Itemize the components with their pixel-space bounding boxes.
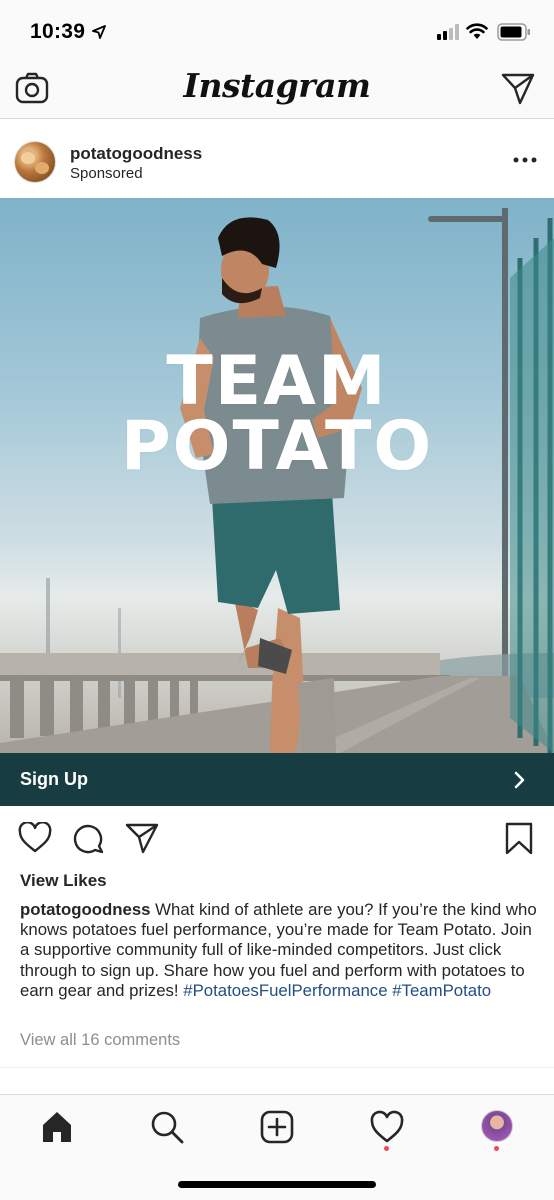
profile-avatar[interactable]: [481, 1110, 513, 1142]
ad-image[interactable]: TEAM POTATO: [0, 198, 554, 753]
feed-separator: [0, 1067, 554, 1094]
location-arrow-icon: [92, 25, 106, 39]
home-icon[interactable]: [39, 1109, 75, 1145]
sign-up-cta-bar[interactable]: Sign Up: [0, 753, 554, 806]
like-heart-icon[interactable]: [18, 822, 52, 854]
profile-notification-dot: [494, 1146, 499, 1151]
account-avatar[interactable]: [14, 141, 56, 183]
activity-heart-icon[interactable]: [369, 1109, 405, 1145]
sponsored-label[interactable]: Sponsored: [70, 165, 143, 182]
search-icon[interactable]: [149, 1109, 185, 1145]
status-time: 10:39: [30, 20, 86, 43]
comment-icon[interactable]: [72, 822, 104, 854]
cellular-signal-icon: [437, 24, 459, 40]
hashtag-link[interactable]: #PotatoesFuelPerformance: [183, 981, 387, 1000]
wifi-icon: [466, 23, 488, 39]
instagram-logo: Instagram: [183, 66, 371, 105]
post-username[interactable]: potatogoodness: [70, 144, 202, 164]
post-header: potatogoodness Sponsored: [0, 120, 554, 198]
caption-username[interactable]: potatogoodness: [20, 900, 151, 919]
view-all-comments-link[interactable]: View all 16 comments: [20, 1031, 180, 1050]
home-indicator: [178, 1181, 376, 1188]
activity-notification-dot: [384, 1146, 389, 1151]
bookmark-icon[interactable]: [505, 822, 533, 856]
ad-headline-line1: TEAM: [166, 342, 388, 421]
ad-headline-line2: POTATO: [120, 407, 434, 486]
hashtag-link[interactable]: #TeamPotato: [392, 981, 491, 1000]
sign-up-label[interactable]: Sign Up: [20, 769, 88, 790]
direct-message-icon[interactable]: [500, 71, 536, 105]
top-navigation-bar: Instagram: [0, 64, 554, 119]
post-caption: potatogoodness What kind of athlete are …: [20, 900, 540, 1001]
share-icon[interactable]: [125, 822, 159, 854]
more-options-icon[interactable]: [512, 150, 538, 170]
post-actions: [0, 806, 554, 866]
chevron-right-icon[interactable]: [514, 771, 526, 789]
status-bar: 10:39: [0, 0, 554, 64]
view-likes-link[interactable]: View Likes: [20, 871, 107, 891]
battery-icon: [497, 23, 530, 41]
new-post-icon[interactable]: [259, 1109, 295, 1145]
